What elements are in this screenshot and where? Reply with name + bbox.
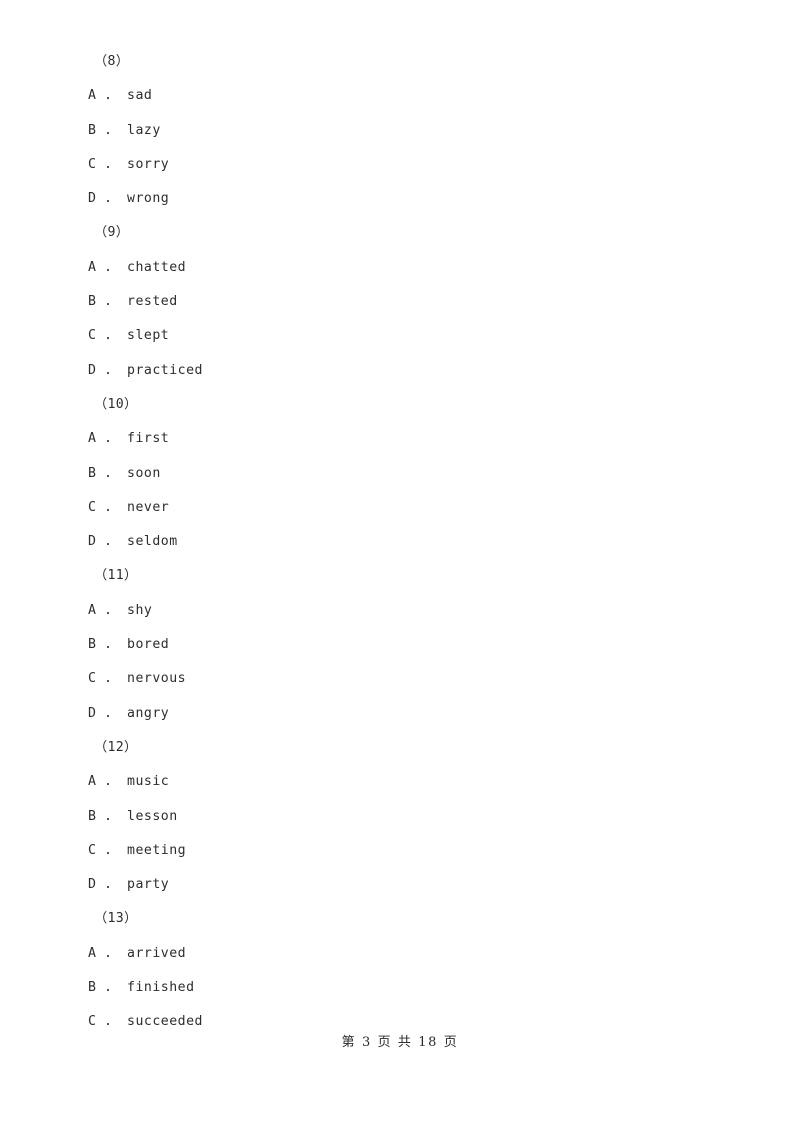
answer-option: B ． soon (88, 465, 161, 481)
question-number: （12） (94, 739, 138, 755)
answer-option: C ． never (88, 499, 170, 515)
question-number: （11） (94, 568, 138, 584)
question-number: （10） (94, 396, 138, 412)
answer-option: A ． music (88, 774, 170, 790)
answer-option: C ． meeting (88, 842, 187, 858)
answer-option: C ． nervous (88, 671, 187, 687)
document-page: （8） A ． sad B ． lazy C ． sorry D ． wrong （9） A… (0, 0, 800, 1132)
question-number: （9） (94, 225, 130, 241)
answer-option: D ． party (88, 877, 170, 893)
answer-option: B ． lazy (88, 122, 161, 138)
answer-option: B ． finished (88, 980, 195, 996)
page-number-footer: 第 3 页 共 18 页 (341, 1035, 459, 1050)
answer-option: A ． chatted (88, 259, 187, 275)
answer-option: B ． lesson (88, 808, 178, 824)
answer-option: B ． rested (88, 294, 178, 310)
question-number: （13） (94, 911, 138, 927)
answer-option: D ． angry (88, 705, 170, 721)
question-number: （8） (94, 54, 130, 69)
answer-option: D ． practiced (88, 362, 203, 378)
answer-option: B ． bored (88, 637, 170, 653)
answer-option: C ． slept (88, 328, 170, 344)
answer-option: D ． wrong (88, 191, 170, 207)
answer-option: A ． arrived (88, 945, 187, 961)
answer-option: A ． first (88, 431, 170, 447)
answer-option: A ． shy (88, 602, 153, 618)
answer-option: A ． sad (88, 88, 153, 104)
document-body: （8） A ． sad B ． lazy C ． sorry D ． wrong （9） A… (88, 45, 708, 1040)
answer-option: C ． sorry (88, 156, 170, 172)
answer-option: D ． seldom (88, 534, 178, 550)
